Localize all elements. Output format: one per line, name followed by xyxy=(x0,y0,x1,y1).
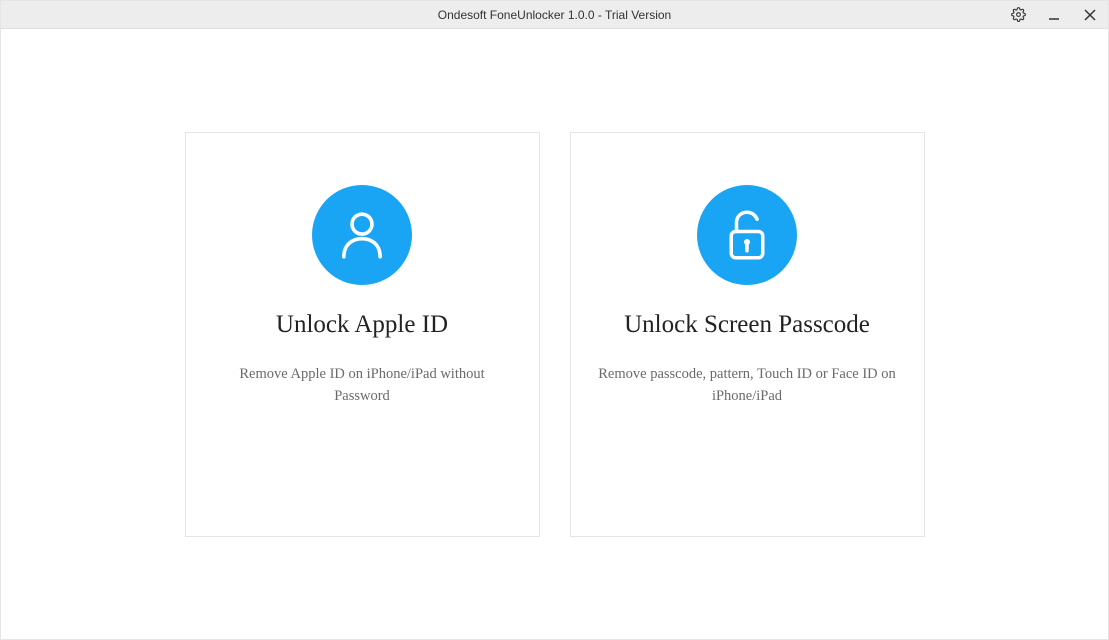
unlock-icon-circle xyxy=(697,185,797,285)
minimize-icon xyxy=(1048,9,1060,21)
main-content: Unlock Apple ID Remove Apple ID on iPhon… xyxy=(1,29,1108,639)
unlock-icon xyxy=(719,207,775,263)
titlebar-controls xyxy=(1000,1,1108,28)
titlebar: Ondesoft FoneUnlocker 1.0.0 - Trial Vers… xyxy=(1,1,1108,29)
window-title: Ondesoft FoneUnlocker 1.0.0 - Trial Vers… xyxy=(438,8,671,22)
close-button[interactable] xyxy=(1072,1,1108,29)
unlock-screen-passcode-card[interactable]: Unlock Screen Passcode Remove passcode, … xyxy=(570,132,925,537)
person-icon-circle xyxy=(312,185,412,285)
minimize-button[interactable] xyxy=(1036,1,1072,29)
unlock-apple-id-card[interactable]: Unlock Apple ID Remove Apple ID on iPhon… xyxy=(185,132,540,537)
settings-button[interactable] xyxy=(1000,1,1036,29)
gear-icon xyxy=(1011,7,1026,22)
card-desc-apple-id: Remove Apple ID on iPhone/iPad without P… xyxy=(212,363,512,408)
card-desc-screen-passcode: Remove passcode, pattern, Touch ID or Fa… xyxy=(597,363,897,408)
person-icon xyxy=(333,206,391,264)
card-title-apple-id: Unlock Apple ID xyxy=(276,311,448,339)
close-icon xyxy=(1084,9,1096,21)
card-title-screen-passcode: Unlock Screen Passcode xyxy=(624,311,870,339)
